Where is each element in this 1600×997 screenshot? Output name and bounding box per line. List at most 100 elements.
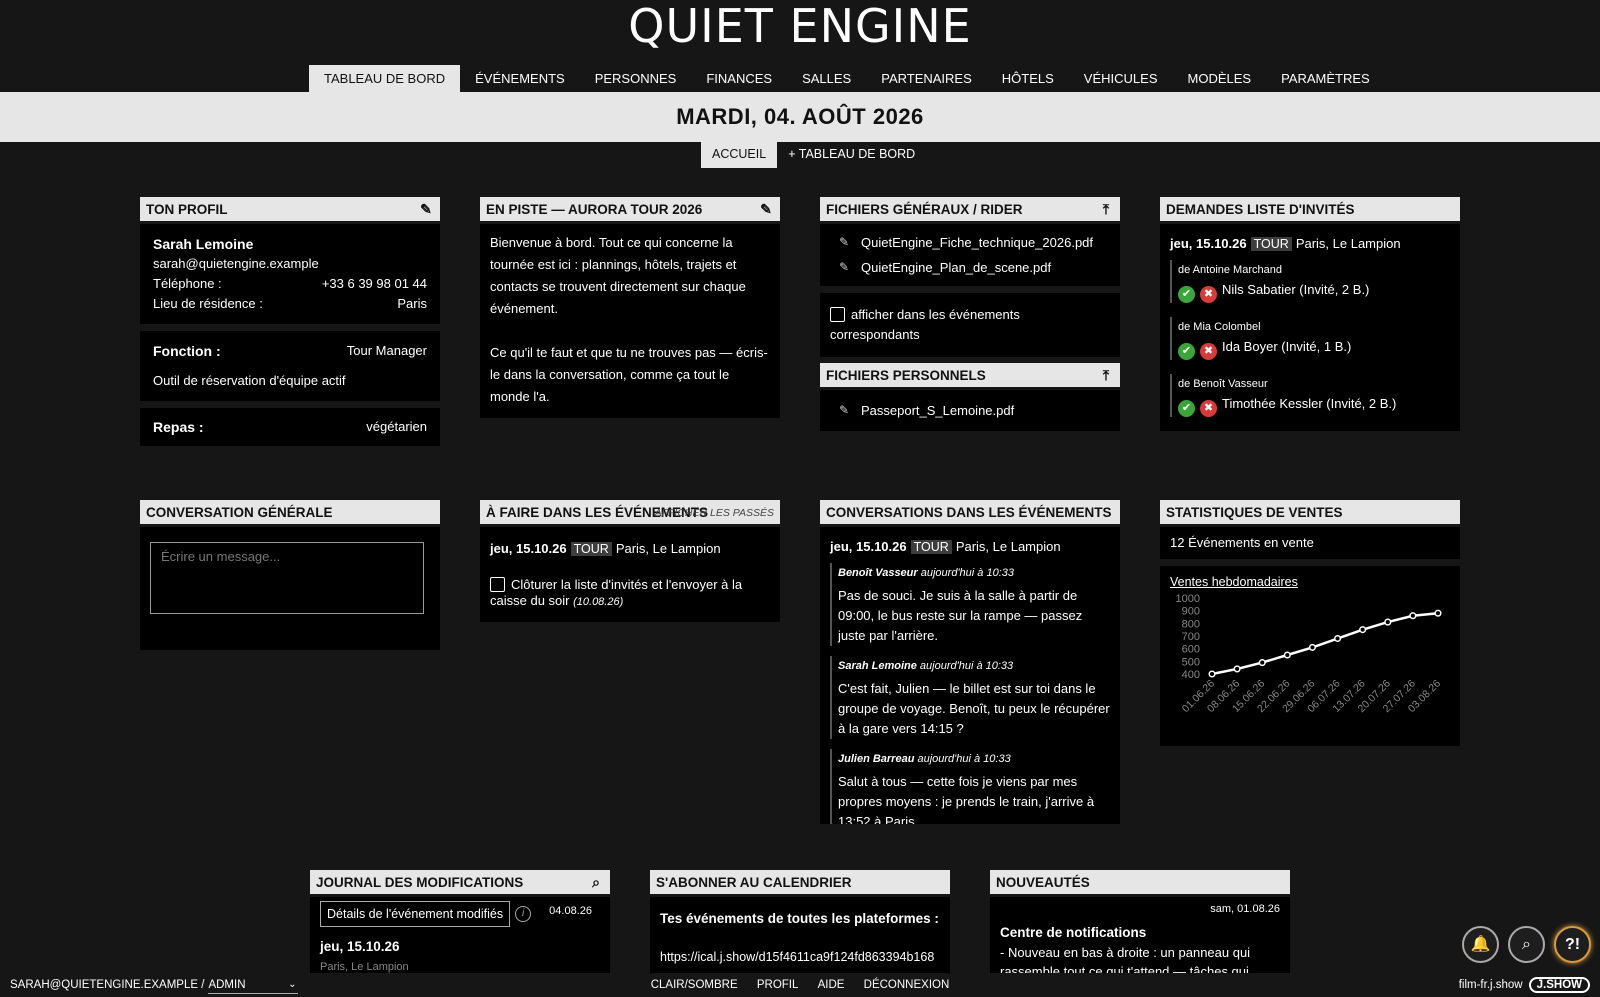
footer-domain: film-fr.j.show xyxy=(1458,979,1523,991)
search-icon[interactable]: ⌕ xyxy=(1508,926,1545,963)
sales-stats-widget: STATISTIQUES DE VENTES 12 Événements en … xyxy=(1160,500,1460,746)
widget-title: FICHIERS PERSONNELS xyxy=(826,368,986,383)
logout-link[interactable]: DÉCONNEXION xyxy=(864,979,950,991)
page-title: MARDI, 04. AOÛT 2026 xyxy=(0,92,1600,142)
help-link[interactable]: AIDE xyxy=(818,979,845,991)
edit-pencil-icon[interactable]: ✎ xyxy=(839,255,849,280)
reject-icon[interactable]: ✖ xyxy=(1200,286,1217,303)
widget-title: CONVERSATION GÉNÉRALE xyxy=(146,505,333,520)
upload-icon[interactable]: ⤒ xyxy=(1098,366,1114,384)
profile-name: Sarah Lemoine xyxy=(153,236,254,252)
tab-finances[interactable]: FINANCES xyxy=(691,65,787,92)
theme-toggle-link[interactable]: CLAIR/SOMBRE xyxy=(651,979,738,991)
widget-title: FICHIERS GÉNÉRAUX / RIDER xyxy=(826,202,1023,217)
residence-value: Paris xyxy=(397,296,427,311)
guest-request: de Benoît Vasseur ✔ ✖ Timothée Kessler (In… xyxy=(1170,374,1450,417)
tab-settings[interactable]: PARAMÈTRES xyxy=(1266,65,1385,92)
data-point[interactable] xyxy=(1334,634,1342,643)
event-header[interactable]: jeu, 15.10.26 TOUR Paris, Le Lampion xyxy=(830,537,1110,557)
data-point[interactable] xyxy=(1233,665,1241,673)
brand-logo[interactable]: J.SHOW xyxy=(1528,977,1590,993)
message-input[interactable] xyxy=(150,542,424,614)
tab-people[interactable]: PERSONNES xyxy=(580,65,692,92)
edit-pencil-icon[interactable]: ✎ xyxy=(418,200,434,218)
event-chats-widget: CONVERSATIONS DANS LES ÉVÉNEMENTS jeu, 1… xyxy=(820,500,1120,824)
ical-url[interactable]: https://ical.j.show/d15f4611ca9f124fd863… xyxy=(660,947,940,967)
notifications-bell-icon[interactable]: 🔔 xyxy=(1462,926,1499,963)
file-item[interactable]: ✎ QuietEngine_Fiche_technique_2026.pdf xyxy=(833,230,1107,255)
task-item: Clôturer la liste d'invités et l'envoyer… xyxy=(490,577,743,608)
phone-value: +33 6 39 98 01 44 xyxy=(321,276,427,291)
guest-request: de Mia Colombel ✔ ✖ Ida Boyer (Invité, 1 B… xyxy=(1170,317,1450,360)
upload-icon[interactable]: ⤒ xyxy=(1098,200,1114,218)
y-tick-label: 1000 xyxy=(1176,593,1200,605)
tab-events[interactable]: ÉVÉNEMENTS xyxy=(460,65,580,92)
meals-label: Repas : xyxy=(153,419,204,435)
data-point[interactable] xyxy=(1384,618,1392,626)
file-item[interactable]: ✎ QuietEngine_Plan_de_scene.pdf xyxy=(833,255,1107,280)
tour-tag: TOUR xyxy=(570,542,612,556)
y-tick-label: 800 xyxy=(1182,618,1200,630)
change-entry[interactable]: Détails de l'événement modifiés xyxy=(320,901,511,927)
approve-icon[interactable]: ✔ xyxy=(1178,400,1195,417)
edit-pencil-icon[interactable]: ✎ xyxy=(839,398,849,423)
profile-link[interactable]: PROFIL xyxy=(757,979,799,991)
tab-venues[interactable]: SALLES xyxy=(787,65,866,92)
change-date: 04.08.26 xyxy=(549,905,592,917)
chat-message: Sarah Lemoine aujourd'hui à 10:33 C'est … xyxy=(830,656,1110,739)
add-dashboard-button[interactable]: + TABLEAU DE BORD xyxy=(777,142,926,168)
tab-templates[interactable]: MODÈLES xyxy=(1173,65,1267,92)
subnav-home[interactable]: ACCUEIL xyxy=(701,142,778,168)
approve-icon[interactable]: ✔ xyxy=(1178,286,1195,303)
tab-vehicles[interactable]: VÉHICULES xyxy=(1069,65,1173,92)
search-icon[interactable]: ⌕ xyxy=(588,873,604,891)
y-tick-label: 400 xyxy=(1182,669,1200,681)
data-point[interactable] xyxy=(1434,609,1442,617)
app-logo: QUIET ENGINE xyxy=(628,0,972,53)
data-point[interactable] xyxy=(1258,659,1266,667)
edit-pencil-icon[interactable]: ✎ xyxy=(758,200,774,218)
tab-dashboard[interactable]: TABLEAU DE BORD xyxy=(309,65,461,92)
guest-request: de Antoine Marchand ✔ ✖ Nils Sabatier (Inv… xyxy=(1170,260,1450,303)
widget-title: JOURNAL DES MODIFICATIONS xyxy=(316,875,524,890)
data-point[interactable] xyxy=(1409,612,1417,620)
reject-icon[interactable]: ✖ xyxy=(1200,343,1217,360)
guest-requests-widget: DEMANDES LISTE D'INVITÉS jeu, 15.10.26 TO… xyxy=(1160,197,1460,431)
residence-label: Lieu de résidence : xyxy=(153,296,263,311)
y-tick-label: 900 xyxy=(1182,606,1200,618)
change-event-date: jeu, 15.10.26 xyxy=(320,939,400,954)
event-header[interactable]: jeu, 15.10.26 TOUR Paris, Le Lampion xyxy=(490,539,770,559)
widget-title: S'ABONNER AU CALENDRIER xyxy=(656,875,852,890)
weekly-sales-chart: 400500600700800900100001.06.2608.06.2615… xyxy=(1176,593,1444,715)
news-date: sam, 01.08.26 xyxy=(1210,903,1280,915)
sales-line xyxy=(1211,611,1439,676)
edit-pencil-icon[interactable]: ✎ xyxy=(839,230,849,255)
welcome-paragraph: Bienvenue à bord. Tout ce qui concerne l… xyxy=(490,235,746,316)
chat-message: Julien Barreau aujourd'hui à 10:33 Salut… xyxy=(830,749,1110,824)
chat-hint-paragraph: Ce qu'il te faut et que tu ne trouves pa… xyxy=(490,345,768,404)
y-tick-label: 700 xyxy=(1182,631,1200,643)
general-chat-widget: CONVERSATION GÉNÉRALE xyxy=(140,500,440,650)
data-point[interactable] xyxy=(1208,670,1216,678)
data-point[interactable] xyxy=(1359,626,1367,634)
file-item[interactable]: ✎ Passeport_S_Lemoine.pdf xyxy=(833,398,1107,423)
approve-icon[interactable]: ✔ xyxy=(1178,343,1195,360)
tab-partners[interactable]: PARTENAIRES xyxy=(866,65,987,92)
event-header[interactable]: jeu, 15.10.26 TOUR Paris, Le Lampion xyxy=(1170,234,1450,254)
show-past-link[interactable]: AFFICHER LES PASSÉS xyxy=(655,500,774,526)
info-icon[interactable]: i xyxy=(515,906,532,922)
weekly-sales-link[interactable]: Ventes hebdomadaires xyxy=(1170,572,1450,592)
task-checkbox[interactable] xyxy=(490,577,505,592)
main-nav: TABLEAU DE BORD ÉVÉNEMENTS PERSONNES FIN… xyxy=(309,65,1385,92)
footer-bar: SARAH@QUIETENGINE.EXAMPLE / ADMIN ⌄ CLAIR/… xyxy=(0,973,1600,997)
data-point[interactable] xyxy=(1283,651,1291,659)
reject-icon[interactable]: ✖ xyxy=(1200,400,1217,417)
help-button[interactable]: ?! xyxy=(1554,926,1591,963)
tour-tag: TOUR xyxy=(910,540,952,554)
widget-title: TON PROFIL xyxy=(146,202,228,217)
events-on-sale: 12 Événements en vente xyxy=(1170,535,1314,550)
show-in-events-checkbox[interactable] xyxy=(830,307,845,322)
tab-hotels[interactable]: HÔTELS xyxy=(987,65,1069,92)
data-point[interactable] xyxy=(1308,643,1316,651)
dashboard-subnav: ACCUEIL + TABLEAU DE BORD xyxy=(701,142,926,168)
